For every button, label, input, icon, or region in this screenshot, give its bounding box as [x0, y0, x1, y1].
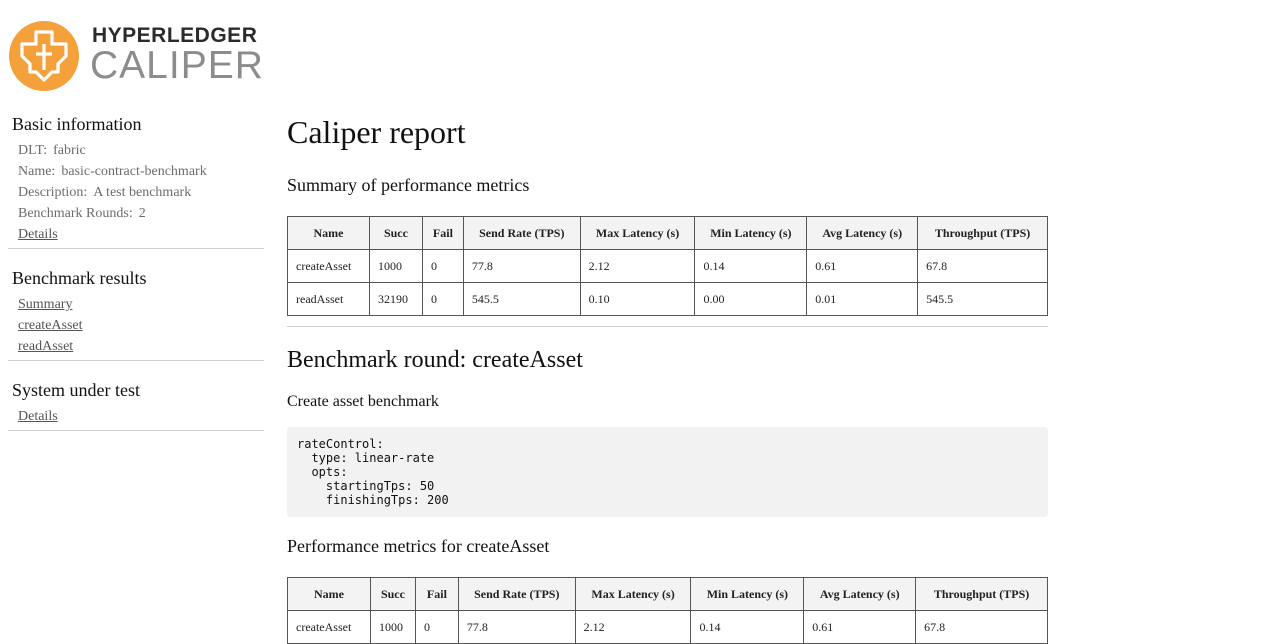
logo-text-caliper: CALIPER — [90, 44, 264, 87]
summary-table: Name Succ Fail Send Rate (TPS) Max Laten… — [287, 216, 1048, 316]
summary-link[interactable]: Summary — [18, 294, 264, 315]
basic-details-link[interactable]: Details — [18, 224, 264, 245]
column-header-fail: Fail — [421, 216, 464, 250]
sidebar-section-system-under-test: System under test Details — [8, 379, 264, 431]
cell-throughput: 67.8 — [917, 249, 1048, 283]
cell-avg-latency: 0.61 — [803, 610, 917, 644]
cell-throughput: 67.8 — [915, 610, 1048, 644]
sidebar-rounds-row: Benchmark Rounds: 2 — [18, 203, 264, 224]
read-asset-link[interactable]: readAsset — [18, 336, 264, 357]
sidebar-section-benchmark-results: Benchmark results Summary createAsset re… — [8, 267, 264, 361]
column-header-name: Name — [287, 216, 370, 250]
column-header-max-latency: Max Latency (s) — [579, 216, 696, 250]
cell-min-latency: 0.14 — [694, 249, 808, 283]
cell-name: readAsset — [287, 282, 370, 316]
performance-heading: Performance metrics for createAsset — [287, 536, 550, 556]
create-asset-link[interactable]: createAsset — [18, 315, 264, 336]
cell-fail: 0 — [421, 249, 464, 283]
column-header-succ: Succ — [368, 216, 423, 250]
summary-table-header-row: Name Succ Fail Send Rate (TPS) Max Laten… — [287, 216, 1048, 250]
code-line: type: linear-rate — [297, 451, 435, 465]
performance-table-header-row: Name Succ Fail Send Rate (TPS) Max Laten… — [287, 577, 1048, 611]
column-header-throughput: Throughput (TPS) — [915, 577, 1048, 611]
cell-max-latency: 0.10 — [579, 282, 696, 316]
cell-max-latency: 2.12 — [574, 610, 692, 644]
sidebar-description-row: Description: A test benchmark — [18, 182, 264, 203]
sidebar-name-row: Name: basic-contract-benchmark — [18, 161, 264, 182]
cell-name: createAsset — [287, 249, 370, 283]
sut-details-link[interactable]: Details — [18, 406, 264, 427]
table-row: createAsset 1000 0 77.8 2.12 0.14 0.61 6… — [287, 610, 1048, 644]
code-line: finishingTps: 200 — [297, 493, 449, 507]
caliper-logo-icon — [9, 21, 79, 91]
description-value: A test benchmark — [93, 185, 192, 200]
cell-min-latency: 0.14 — [690, 610, 805, 644]
cell-min-latency: 0.00 — [694, 282, 808, 316]
section-divider — [287, 326, 1048, 327]
sidebar-dlt-row: DLT: fabric — [18, 140, 264, 161]
column-header-send-rate: Send Rate (TPS) — [462, 216, 581, 250]
column-header-min-latency: Min Latency (s) — [694, 216, 808, 250]
cell-name: createAsset — [287, 610, 371, 644]
cell-avg-latency: 0.01 — [806, 282, 919, 316]
cell-succ: 32190 — [368, 282, 423, 316]
sidebar-heading-system-under-test: System under test — [12, 380, 140, 400]
round-heading: Benchmark round: createAsset — [287, 347, 583, 373]
name-label: Name: — [18, 164, 56, 179]
page-title: Caliper report — [287, 114, 466, 150]
rate-control-config-block: rateControl: type: linear-rate opts: sta… — [287, 427, 1048, 517]
cell-max-latency: 2.12 — [579, 249, 696, 283]
rounds-value: 2 — [138, 206, 146, 221]
column-header-avg-latency: Avg Latency (s) — [806, 216, 919, 250]
column-header-avg-latency: Avg Latency (s) — [803, 577, 917, 611]
column-header-fail: Fail — [414, 577, 459, 611]
cell-send-rate: 545.5 — [462, 282, 581, 316]
cell-succ: 1000 — [368, 249, 423, 283]
code-line: startingTps: 50 — [297, 479, 435, 493]
table-row: createAsset 1000 0 77.8 2.12 0.14 0.61 6… — [287, 249, 1048, 283]
cell-succ: 1000 — [369, 610, 416, 644]
column-header-send-rate: Send Rate (TPS) — [457, 577, 576, 611]
sidebar-heading-basic-information: Basic information — [12, 114, 142, 134]
column-header-max-latency: Max Latency (s) — [574, 577, 692, 611]
sidebar-heading-benchmark-results: Benchmark results — [12, 268, 147, 288]
name-value: basic-contract-benchmark — [61, 164, 207, 179]
dlt-label: DLT: — [18, 143, 48, 158]
cell-fail: 0 — [414, 610, 459, 644]
rounds-label: Benchmark Rounds: — [18, 206, 133, 221]
description-label: Description: — [18, 185, 88, 200]
round-description: Create asset benchmark — [287, 393, 439, 410]
cell-send-rate: 77.8 — [462, 249, 581, 283]
sidebar-section-basic-information: Basic information DLT: fabric Name: basic-… — [8, 113, 264, 249]
performance-table: Name Succ Fail Send Rate (TPS) Max Laten… — [287, 577, 1048, 644]
cell-throughput: 545.5 — [917, 282, 1048, 316]
summary-heading: Summary of performance metrics — [287, 175, 530, 195]
table-row: readAsset 32190 0 545.5 0.10 0.00 0.01 5… — [287, 282, 1048, 316]
code-line: opts: — [297, 465, 348, 479]
code-line: rateControl: — [297, 437, 384, 451]
column-header-succ: Succ — [369, 577, 416, 611]
cell-send-rate: 77.8 — [457, 610, 576, 644]
column-header-name: Name — [287, 577, 371, 611]
dlt-value: fabric — [53, 143, 86, 158]
hyperledger-caliper-logo: HYPERLEDGER CALIPER — [8, 20, 263, 92]
cell-fail: 0 — [421, 282, 464, 316]
column-header-throughput: Throughput (TPS) — [917, 216, 1048, 250]
cell-avg-latency: 0.61 — [806, 249, 919, 283]
column-header-min-latency: Min Latency (s) — [690, 577, 805, 611]
